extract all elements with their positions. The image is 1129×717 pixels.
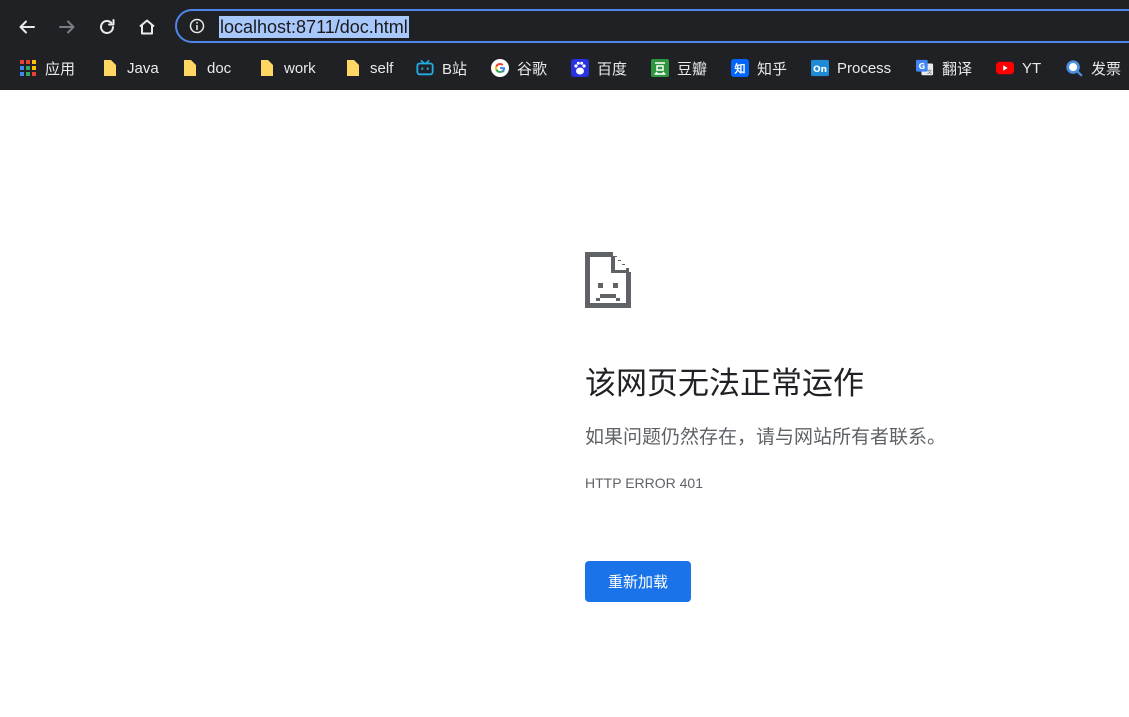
sad-page-icon [585, 252, 631, 308]
bookmark-label: YT [1022, 59, 1042, 77]
bookmark-apps[interactable]: 应用 [19, 56, 75, 80]
error-title: 该网页无法正常运作 [585, 366, 864, 401]
bilibili-icon [416, 59, 434, 77]
arrow-right-icon [59, 20, 75, 34]
google-icon [491, 59, 509, 77]
bookmark-label: 豆瓣 [677, 60, 708, 78]
folder-icon [181, 59, 199, 77]
bookmark-douban[interactable]: 豆瓣 [651, 56, 707, 80]
bookmark-bilibili[interactable]: B站 [416, 56, 467, 80]
douban-icon [651, 59, 669, 77]
bookmark-folder-self[interactable]: self [344, 56, 393, 80]
bookmark-folder-java[interactable]: Java [101, 56, 159, 80]
svg-text:G: G [919, 61, 926, 71]
bookmark-label: B站 [442, 60, 468, 78]
address-bar[interactable]: localhost:8711/doc.html [175, 9, 1129, 43]
bookmark-label: 应用 [45, 60, 76, 78]
svg-text:On: On [813, 65, 827, 75]
bookmark-label: 知乎 [757, 60, 788, 78]
bookmark-invoice[interactable]: 发票 [1065, 56, 1121, 80]
bookmark-label: Process [837, 59, 892, 77]
invoice-icon [1065, 59, 1083, 77]
youtube-icon [996, 59, 1014, 77]
home-button[interactable] [130, 10, 164, 44]
home-icon [139, 19, 155, 35]
forward-button[interactable] [50, 10, 84, 44]
info-icon[interactable] [189, 18, 205, 34]
bookmark-label: work [284, 59, 316, 77]
error-message: 如果问题仍然存在，请与网站所有者联系。 [585, 427, 947, 448]
folder-icon [258, 59, 276, 77]
bookmark-translate[interactable]: G 文 翻译 [916, 56, 972, 80]
bookmark-label: 翻译 [942, 60, 973, 78]
bookmark-google[interactable]: 谷歌 [491, 56, 547, 80]
bookmark-label: 百度 [597, 60, 628, 78]
processon-icon: On [811, 59, 829, 77]
bookmark-youtube[interactable]: YT [996, 56, 1041, 80]
bookmark-label: 谷歌 [517, 60, 548, 78]
bookmark-baidu[interactable]: 百度 [571, 56, 627, 80]
arrow-left-icon [19, 20, 35, 34]
url-text[interactable]: localhost:8711/doc.html [219, 16, 409, 38]
back-button[interactable] [10, 10, 44, 44]
bookmarks-bar: 应用 Java doc work self B站 谷歌 百度 豆瓣 知 知乎 O… [0, 56, 1129, 82]
translate-icon: G 文 [916, 59, 934, 77]
baidu-icon [571, 59, 589, 77]
bookmark-zhihu[interactable]: 知 知乎 [731, 56, 787, 80]
bookmark-folder-work[interactable]: work [258, 56, 316, 80]
browser-chrome: localhost:8711/doc.html 应用 Java doc work… [0, 0, 1129, 90]
reload-button[interactable] [90, 10, 124, 44]
zhihu-icon: 知 [731, 59, 749, 77]
reload-icon [100, 19, 115, 34]
bookmark-folder-doc[interactable]: doc [181, 56, 231, 80]
error-code: HTTP ERROR 401 [585, 475, 703, 491]
reload-page-button[interactable]: 重新加载 [585, 561, 691, 602]
folder-icon [344, 59, 362, 77]
bookmark-processon[interactable]: On Process [811, 56, 891, 80]
bookmark-label: doc [207, 59, 232, 77]
apps-grid-icon [19, 59, 37, 77]
svg-text:知: 知 [734, 62, 746, 76]
folder-icon [101, 59, 119, 77]
bookmark-label: Java [127, 59, 159, 77]
bookmark-label: self [370, 59, 394, 77]
bookmark-label: 发票 [1091, 60, 1122, 78]
svg-text:文: 文 [927, 67, 933, 75]
